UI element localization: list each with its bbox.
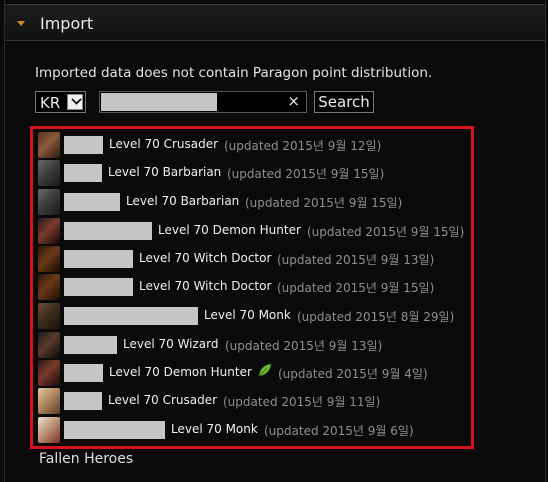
battletag-input[interactable]: × (99, 91, 307, 113)
region-select[interactable]: KR (35, 91, 86, 113)
hero-level-class: Level 70 Monk (171, 422, 258, 436)
hero-row[interactable]: Level 70 Witch Doctor (updated 2015년 9월 1… (38, 246, 468, 272)
hero-row[interactable]: Level 70 Demon Hunter (updated 2015년 9월 1… (38, 218, 468, 244)
hero-row[interactable]: Level 70 Crusader (updated 2015년 9월 11일) (38, 388, 468, 414)
hero-updated-date: (updated 2015년 9월 15일) (277, 281, 435, 295)
demon-hunter-portrait (38, 360, 60, 386)
redacted-hero-name (64, 136, 103, 154)
hero-row[interactable]: Level 70 Wizard (updated 2015년 9월 13일) (38, 332, 468, 358)
redacted-hero-name (64, 336, 117, 354)
hero-updated-date: (updated 2015년 9월 12일) (224, 139, 382, 153)
hero-level-class: Level 70 Barbarian (108, 165, 222, 179)
hero-updated-date: (updated 2015년 9월 15일) (227, 167, 385, 181)
paragon-note: Imported data does not contain Paragon p… (35, 65, 433, 81)
hero-level-class: Level 70 Monk (204, 308, 291, 322)
region-value: KR (40, 94, 61, 112)
barbarian-portrait (38, 189, 60, 215)
hero-level-class: Level 70 Crusader (109, 137, 219, 151)
redacted-hero-name (64, 193, 120, 211)
hero-updated-date: (updated 2015년 9월 13일) (225, 339, 383, 353)
hero-row[interactable]: Level 70 Monk (updated 2015년 9월 6일) (38, 417, 468, 443)
barbarian-portrait (38, 160, 60, 186)
witch-doctor-portrait (38, 246, 60, 272)
hero-updated-date: (updated 2015년 9월 11일) (223, 395, 381, 409)
fallen-heroes-link[interactable]: Fallen Heroes (39, 451, 133, 467)
leaf-icon (258, 363, 272, 377)
hero-level-class: Level 70 Demon Hunter (158, 223, 301, 237)
section-title: Import (40, 14, 94, 33)
import-section-header[interactable]: Import (5, 4, 545, 41)
redacted-hero-name (64, 164, 102, 182)
hero-updated-date: (updated 2015년 9월 6일) (264, 424, 414, 438)
monk-female-portrait (38, 417, 60, 443)
redacted-hero-name (64, 421, 165, 439)
hero-level-class: Level 70 Wizard (123, 337, 219, 351)
hero-level-class: Level 70 Witch Doctor (139, 251, 272, 265)
demon-hunter-portrait (38, 218, 60, 244)
hero-row[interactable]: Level 70 Barbarian (updated 2015년 9월 15일) (38, 160, 468, 186)
hero-level-class: Level 70 Witch Doctor (139, 279, 272, 293)
clear-icon[interactable]: × (287, 92, 300, 110)
hero-updated-date: (updated 2015년 9월 13일) (277, 253, 435, 267)
hero-updated-date: (updated 2015년 9월 15일) (245, 196, 403, 210)
hero-row[interactable]: Level 70 Monk (updated 2015년 8월 29일) (38, 303, 468, 329)
hero-updated-date: (updated 2015년 8월 29일) (297, 310, 455, 324)
redacted-battletag (101, 93, 217, 111)
hero-updated-date: (updated 2015년 9월 4일) (278, 367, 428, 381)
wizard-portrait (38, 332, 60, 358)
hero-row[interactable]: Level 70 Demon Hunter (updated 2015년 9월 4… (38, 360, 468, 386)
expand-arrow-icon[interactable] (17, 21, 25, 26)
hero-row[interactable]: Level 70 Witch Doctor (updated 2015년 9월 1… (38, 274, 468, 300)
hero-list: Level 70 Crusader (updated 2015년 9월 12일) L… (30, 126, 474, 449)
monk-male-portrait (38, 303, 60, 329)
hero-level-class: Level 70 Demon Hunter (109, 365, 252, 379)
redacted-hero-name (64, 278, 133, 296)
hero-updated-date: (updated 2015년 9월 15일) (307, 225, 465, 239)
redacted-hero-name (64, 392, 102, 410)
redacted-hero-name (64, 364, 103, 382)
redacted-hero-name (64, 307, 198, 325)
hero-row[interactable]: Level 70 Barbarian (updated 2015년 9월 15일) (38, 189, 468, 215)
dropdown-arrow-icon[interactable] (67, 94, 83, 110)
redacted-hero-name (64, 250, 133, 268)
hero-row[interactable]: Level 70 Crusader (updated 2015년 9월 12일) (38, 132, 468, 158)
hero-level-class: Level 70 Barbarian (126, 194, 240, 208)
crusader-female-portrait (38, 388, 60, 414)
redacted-hero-name (64, 222, 152, 240)
witch-doctor-portrait (38, 274, 60, 300)
search-button[interactable]: Search (314, 91, 374, 113)
crusader-male-portrait (38, 132, 60, 158)
hero-level-class: Level 70 Crusader (108, 393, 218, 407)
